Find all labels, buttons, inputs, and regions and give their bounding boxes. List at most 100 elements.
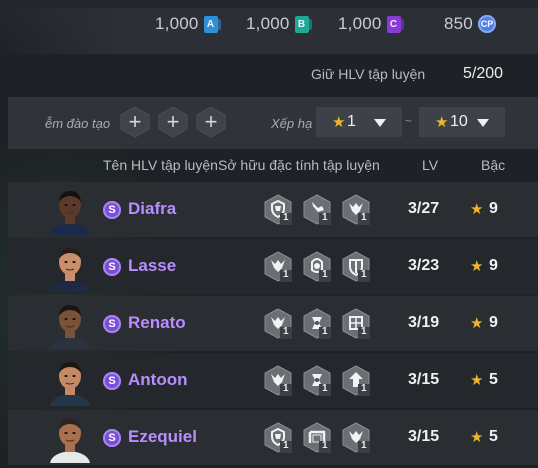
tactics-training-icon[interactable]: 1 xyxy=(263,250,293,282)
rank-from-value: 1 xyxy=(347,113,356,130)
coach-tier: 9 xyxy=(489,257,498,274)
coach-row[interactable]: S Lasse 1 1 1 3/23 ★ 9 xyxy=(8,239,538,294)
trait-level: 1 xyxy=(283,212,289,223)
rank-from-dropdown[interactable]: ★ 1 xyxy=(316,107,402,137)
drill-training-icon[interactable]: 1 xyxy=(302,364,332,396)
rarity-s-icon: S xyxy=(103,372,121,390)
trait-level: 1 xyxy=(322,269,328,280)
rank-to-dropdown[interactable]: ★ 10 xyxy=(419,107,505,137)
capacity-label: Giữ HLV tập luyện xyxy=(311,66,426,82)
coach-avatar xyxy=(48,187,92,235)
coach-name: Diafra xyxy=(128,199,177,218)
training-filter-label: ễm đào tạo xyxy=(45,116,111,131)
header-tier[interactable]: Bậc xyxy=(481,157,505,173)
coach-lv: 3/15 xyxy=(408,428,440,445)
ball-training-icon[interactable]: 1 xyxy=(302,250,332,282)
star-icon: ★ xyxy=(470,429,484,446)
leg-training-icon[interactable]: 1 xyxy=(302,193,332,225)
rarity-s-icon: S xyxy=(103,258,121,276)
plus-icon: + xyxy=(166,109,180,134)
tactics-training-icon[interactable]: 1 xyxy=(263,307,293,339)
trait-level: 1 xyxy=(283,326,289,337)
coin-icon: CP xyxy=(477,15,496,33)
tactics-training-icon[interactable]: 1 xyxy=(263,364,293,396)
trait-level: 1 xyxy=(361,326,367,337)
chevron-down-icon xyxy=(374,119,386,127)
trait-level: 1 xyxy=(361,383,367,394)
coach-tier: 9 xyxy=(489,314,498,331)
plus-icon: + xyxy=(204,109,218,134)
add-slot-button-2[interactable]: + xyxy=(158,106,188,138)
b-card-icon: B xyxy=(294,15,312,33)
trait-level: 1 xyxy=(322,440,328,451)
header-name[interactable]: Tên HLV tập luyện xyxy=(103,157,218,173)
rarity-s-icon: S xyxy=(103,315,121,333)
coach-lv: 3/23 xyxy=(408,257,440,274)
currency-c: 1,000 C xyxy=(338,14,404,34)
coach-name: Lasse xyxy=(128,256,177,275)
coach-lv: 3/15 xyxy=(408,371,440,388)
rank-to-value: 10 xyxy=(450,113,468,130)
trait-level: 1 xyxy=(361,269,367,280)
add-slot-button-3[interactable]: + xyxy=(196,106,226,138)
coach-avatar xyxy=(48,244,92,292)
trait-level: 1 xyxy=(322,326,328,337)
rarity-s-icon: S xyxy=(103,429,121,447)
arrow-up-training-icon[interactable]: 1 xyxy=(341,364,371,396)
coach-lv: 3/19 xyxy=(408,314,440,331)
trait-level: 1 xyxy=(322,212,328,223)
currency-coin-value: 850 xyxy=(444,14,473,33)
currency-a-value: 1,000 xyxy=(155,14,199,33)
trait-level: 1 xyxy=(361,212,367,223)
coach-avatar xyxy=(48,358,92,406)
header-lv[interactable]: LV xyxy=(422,157,438,173)
trait-level: 1 xyxy=(283,440,289,451)
c-card-icon: C xyxy=(386,15,404,33)
rank-filter-label: Xếp hạ xyxy=(271,116,313,131)
rarity-s-icon: S xyxy=(103,201,121,219)
coach-tier: 5 xyxy=(489,428,498,445)
tactics-training-icon[interactable]: 1 xyxy=(341,421,371,453)
currency-a: 1,000 A xyxy=(155,14,221,34)
star-icon: ★ xyxy=(470,372,484,389)
add-slot-button-1[interactable]: + xyxy=(120,106,150,138)
star-icon: ★ xyxy=(332,114,346,131)
star-icon: ★ xyxy=(470,201,484,218)
shield-training-icon[interactable]: 1 xyxy=(263,193,293,225)
coach-name: Antoon xyxy=(128,370,188,389)
coach-row[interactable]: S Diafra 1 1 1 3/27 ★ 9 xyxy=(8,182,538,237)
defense-training-icon[interactable]: 1 xyxy=(341,250,371,282)
tactics-training-icon[interactable]: 1 xyxy=(341,193,371,225)
coach-name: Renato xyxy=(128,313,186,332)
trait-level: 1 xyxy=(283,383,289,394)
shield-training-icon[interactable]: 1 xyxy=(263,421,293,453)
currency-coin: 850 CP xyxy=(444,14,496,34)
rank-separator: ~ xyxy=(405,114,413,128)
coach-row[interactable]: S Renato 1 1 1 3/19 ★ 9 xyxy=(8,296,538,351)
coach-lv: 3/27 xyxy=(408,200,440,217)
coach-row[interactable]: S Ezequiel 1 1 1 3/15 ★ 5 xyxy=(8,410,538,465)
coach-tier: 5 xyxy=(489,371,498,388)
drill-training-icon[interactable]: 1 xyxy=(302,307,332,339)
grid-training-icon[interactable]: 1 xyxy=(341,307,371,339)
trait-level: 1 xyxy=(361,440,367,451)
capacity-value: 5/200 xyxy=(463,65,504,82)
coach-row[interactable]: S Antoon 1 1 1 3/15 ★ 5 xyxy=(8,353,538,408)
coach-tier: 9 xyxy=(489,200,498,217)
currency-b-value: 1,000 xyxy=(246,14,290,33)
coach-name: Ezequiel xyxy=(128,427,197,446)
plus-icon: + xyxy=(128,109,142,134)
star-icon: ★ xyxy=(435,114,449,131)
star-icon: ★ xyxy=(470,315,484,332)
star-icon: ★ xyxy=(470,258,484,275)
coach-avatar xyxy=(48,301,92,349)
currency-c-value: 1,000 xyxy=(338,14,382,33)
chevron-down-icon xyxy=(477,119,489,127)
goal-training-icon[interactable]: 1 xyxy=(302,421,332,453)
trait-level: 1 xyxy=(322,383,328,394)
trait-level: 1 xyxy=(283,269,289,280)
currency-b: 1,000 B xyxy=(246,14,312,34)
coach-avatar xyxy=(48,415,92,463)
header-traits[interactable]: Sở hữu đặc tính tập luyện xyxy=(218,157,380,173)
a-card-icon: A xyxy=(203,15,221,33)
